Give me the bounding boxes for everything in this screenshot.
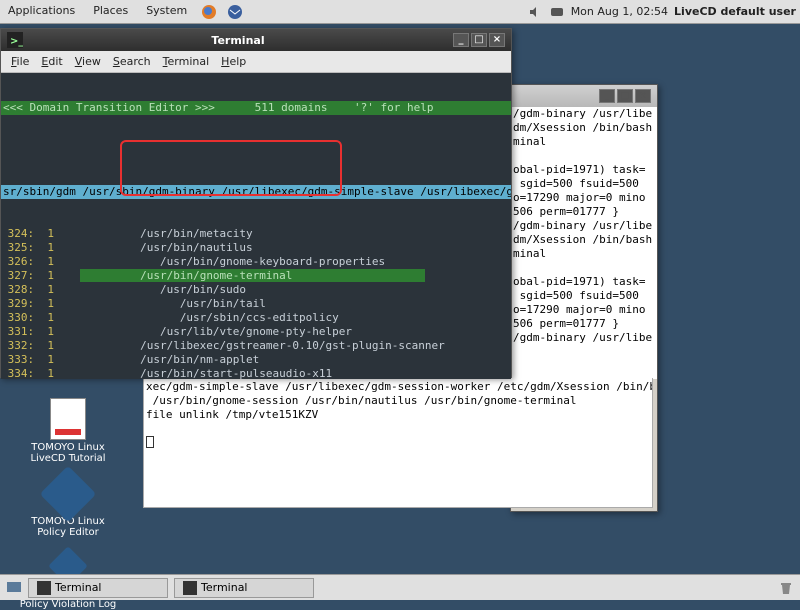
terminal-icon (183, 581, 197, 595)
editor-header: <<< Domain Transition Editor >>> 511 dom… (1, 101, 511, 115)
trash-icon[interactable] (778, 580, 794, 596)
clock[interactable]: Mon Aug 1, 02:54 (571, 5, 668, 18)
domain-row[interactable]: 332: 1 /usr/libexec/gstreamer-0.10/gst-p… (1, 339, 511, 353)
menubar: File Edit View Search Terminal Help (1, 51, 511, 73)
window-title: Terminal (23, 34, 453, 47)
domain-row[interactable]: 326: 1 /usr/bin/gnome-keyboard-propertie… (1, 255, 511, 269)
domain-row[interactable]: 334: 1 /usr/bin/start-pulseaudio-x11 (1, 367, 511, 379)
cursor (146, 436, 154, 448)
minimize-button[interactable]: _ (453, 33, 469, 47)
menu-system[interactable]: System (142, 4, 191, 20)
svg-text:>_: >_ (10, 36, 23, 47)
domain-row[interactable]: 331: 1 /usr/lib/vte/gnome-pty-helper (1, 325, 511, 339)
firefox-icon[interactable] (201, 4, 217, 20)
titlebar[interactable]: >_ Terminal _ □ × (1, 29, 511, 51)
bottom-panel: Terminal Terminal (0, 574, 800, 600)
menu-view[interactable]: View (71, 55, 105, 68)
menu-help[interactable]: Help (217, 55, 250, 68)
desktop-icon-tutorial[interactable]: TOMOYO Linux LiveCD Tutorial (18, 398, 118, 464)
app-icon: >_ (7, 32, 23, 48)
maximize-button[interactable]: □ (471, 33, 487, 47)
volume-icon[interactable] (527, 4, 543, 20)
terminal-icon (37, 581, 51, 595)
domain-row[interactable]: 329: 1 /usr/bin/tail (1, 297, 511, 311)
titlebar-inactive[interactable]: _ □ × (511, 85, 657, 107)
menu-places[interactable]: Places (89, 4, 132, 20)
diamond-icon (40, 466, 97, 523)
menu-edit[interactable]: Edit (37, 55, 66, 68)
domain-row[interactable]: 325: 1 /usr/bin/nautilus (1, 241, 511, 255)
user-menu[interactable]: LiveCD default user (674, 5, 796, 18)
menu-terminal[interactable]: Terminal (159, 55, 214, 68)
menu-file[interactable]: File (7, 55, 33, 68)
menu-search[interactable]: Search (109, 55, 155, 68)
domain-row[interactable]: 327: 1 /usr/bin/gnome-terminal (1, 269, 511, 283)
top-panel: Applications Places System Mon Aug 1, 02… (0, 0, 800, 24)
menu-applications[interactable]: Applications (4, 4, 79, 20)
document-icon (50, 398, 86, 440)
domain-row[interactable]: 333: 1 /usr/bin/nm-applet (1, 353, 511, 367)
desktop-icon-editor[interactable]: TOMOYO Linux Policy Editor (18, 474, 118, 538)
network-icon[interactable] (549, 4, 565, 20)
foreground-terminal-window[interactable]: >_ Terminal _ □ × File Edit View Search … (0, 28, 512, 378)
thunderbird-icon[interactable] (227, 4, 243, 20)
minimize-button[interactable]: _ (599, 89, 615, 103)
close-button[interactable]: × (489, 33, 505, 47)
terminal-body[interactable]: <<< Domain Transition Editor >>> 511 dom… (1, 73, 511, 379)
domain-row[interactable]: 324: 1 /usr/bin/metacity (1, 227, 511, 241)
maximize-button[interactable]: □ (617, 89, 633, 103)
terminal-output-bottom: xec/gdm-simple-slave /usr/libexec/gdm-se… (143, 378, 653, 508)
show-desktop-icon[interactable] (6, 580, 22, 596)
domain-row[interactable]: 330: 1 /usr/sbin/ccs-editpolicy (1, 311, 511, 325)
terminal-output: /gdm-binary /usr/libe dm/Xsession /bin/b… (511, 107, 657, 379)
domain-row[interactable]: 328: 1 /usr/bin/sudo (1, 283, 511, 297)
taskbar-item-terminal-2[interactable]: Terminal (174, 578, 314, 598)
close-button[interactable]: × (635, 89, 651, 103)
taskbar-item-terminal-1[interactable]: Terminal (28, 578, 168, 598)
domain-path: sr/sbin/gdm /usr/sbin/gdm-binary /usr/li… (1, 185, 511, 199)
